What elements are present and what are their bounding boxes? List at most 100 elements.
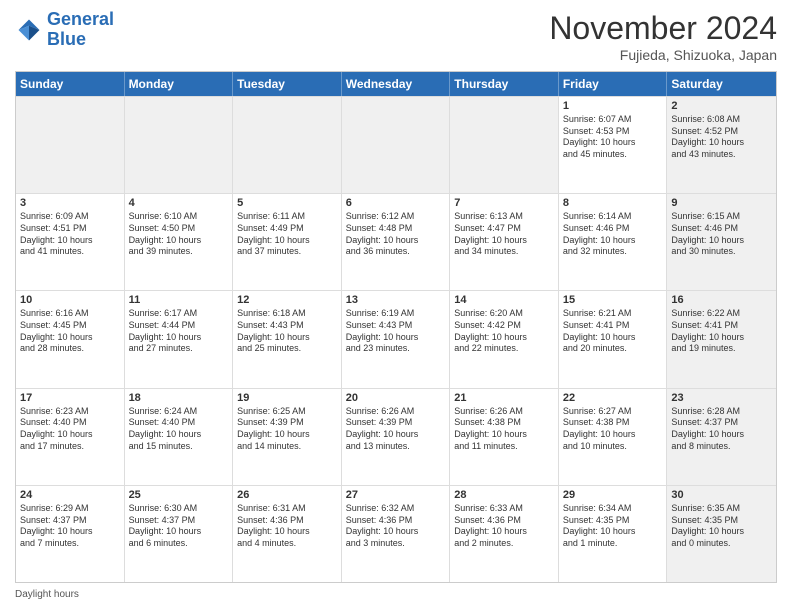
day-number: 9 [671, 197, 772, 209]
day-number: 15 [563, 294, 663, 306]
day-number: 10 [20, 294, 120, 306]
day-info: Sunrise: 6:12 AM Sunset: 4:48 PM Dayligh… [346, 211, 446, 258]
day-number: 27 [346, 489, 446, 501]
cal-cell-28: 28Sunrise: 6:33 AM Sunset: 4:36 PM Dayli… [450, 486, 559, 582]
cal-cell-empty-4 [450, 97, 559, 193]
cal-cell-empty-2 [233, 97, 342, 193]
cal-cell-6: 6 Sunrise: 6:12 AM Sunset: 4:48 PM Daylig… [342, 194, 451, 290]
day-info: Sunrise: 6:15 AM Sunset: 4:46 PM Dayligh… [671, 211, 772, 258]
day-header-saturday: Saturday [667, 72, 776, 96]
day-number: 12 [237, 294, 337, 306]
week-row-4: 24 Sunrise: 6:29 AM Sunset: 4:37 PM Dayli… [16, 485, 776, 582]
day-info: Sunrise: 6:07 AM Sunset: 4:53 PM Dayligh… [563, 114, 663, 161]
day-number: 29 [563, 489, 663, 501]
cal-cell-10: 10 Sunrise: 6:16 AM Sunset: 4:45 PM Dayli… [16, 291, 125, 387]
cal-cell-13: 13 Sunrise: 6:19 AM Sunset: 4:43 PM Dayli… [342, 291, 451, 387]
day-number: 22 [563, 392, 663, 404]
cal-cell-11: 11 Sunrise: 6:17 AM Sunset: 4:44 PM Dayli… [125, 291, 234, 387]
cal-cell-4: 4 Sunrise: 6:10 AM Sunset: 4:50 PM Daylig… [125, 194, 234, 290]
cal-cell-27: 27 Sunrise: 6:32 AM Sunset: 4:36 PM Dayli… [342, 486, 451, 582]
cal-cell-30: 30Sunrise: 6:35 AM Sunset: 4:35 PM Dayli… [667, 486, 776, 582]
day-number: 23 [671, 392, 772, 404]
cal-cell-25: 25 Sunrise: 6:30 AM Sunset: 4:37 PM Dayli… [125, 486, 234, 582]
footer-note: Daylight hours [15, 587, 777, 602]
day-info: Sunrise: 6:29 AM Sunset: 4:37 PM Dayligh… [20, 503, 120, 550]
cal-cell-20: 20 Sunrise: 6:26 AM Sunset: 4:39 PM Dayli… [342, 389, 451, 485]
day-info: Sunrise: 6:16 AM Sunset: 4:45 PM Dayligh… [20, 308, 120, 355]
day-info: Sunrise: 6:24 AM Sunset: 4:40 PM Dayligh… [129, 406, 229, 453]
day-number: 4 [129, 197, 229, 209]
day-number: 20 [346, 392, 446, 404]
logo-line2: Blue [47, 30, 114, 50]
day-info: Sunrise: 6:14 AM Sunset: 4:46 PM Dayligh… [563, 211, 663, 258]
day-info: Sunrise: 6:31 AM Sunset: 4:36 PM Dayligh… [237, 503, 337, 550]
cal-cell-1: 1Sunrise: 6:07 AM Sunset: 4:53 PM Daylig… [559, 97, 668, 193]
cal-cell-26: 26 Sunrise: 6:31 AM Sunset: 4:36 PM Dayli… [233, 486, 342, 582]
header: General Blue November 2024 Fujieda, Shiz… [15, 10, 777, 63]
day-number: 3 [20, 197, 120, 209]
calendar: SundayMondayTuesdayWednesdayThursdayFrid… [15, 71, 777, 583]
logo-icon [15, 16, 43, 44]
day-number: 7 [454, 197, 554, 209]
day-info: Sunrise: 6:33 AM Sunset: 4:36 PM Dayligh… [454, 503, 554, 550]
day-info: Sunrise: 6:09 AM Sunset: 4:51 PM Dayligh… [20, 211, 120, 258]
cal-cell-23: 23 Sunrise: 6:28 AM Sunset: 4:37 PM Dayli… [667, 389, 776, 485]
cal-cell-8: 8Sunrise: 6:14 AM Sunset: 4:46 PM Daylig… [559, 194, 668, 290]
cal-cell-15: 15Sunrise: 6:21 AM Sunset: 4:41 PM Dayli… [559, 291, 668, 387]
day-info: Sunrise: 6:25 AM Sunset: 4:39 PM Dayligh… [237, 406, 337, 453]
day-header-thursday: Thursday [450, 72, 559, 96]
page: General Blue November 2024 Fujieda, Shiz… [0, 0, 792, 612]
day-number: 6 [346, 197, 446, 209]
cal-cell-empty-1 [125, 97, 234, 193]
day-info: Sunrise: 6:30 AM Sunset: 4:37 PM Dayligh… [129, 503, 229, 550]
day-number: 25 [129, 489, 229, 501]
day-number: 21 [454, 392, 554, 404]
day-header-friday: Friday [559, 72, 668, 96]
day-number: 2 [671, 100, 772, 112]
day-number: 19 [237, 392, 337, 404]
day-info: Sunrise: 6:32 AM Sunset: 4:36 PM Dayligh… [346, 503, 446, 550]
day-header-wednesday: Wednesday [342, 72, 451, 96]
day-number: 26 [237, 489, 337, 501]
calendar-header: SundayMondayTuesdayWednesdayThursdayFrid… [16, 72, 776, 96]
day-info: Sunrise: 6:26 AM Sunset: 4:39 PM Dayligh… [346, 406, 446, 453]
logo-line1: General [47, 10, 114, 30]
title-section: November 2024 Fujieda, Shizuoka, Japan [549, 10, 777, 63]
week-row-3: 17Sunrise: 6:23 AM Sunset: 4:40 PM Dayli… [16, 388, 776, 485]
day-info: Sunrise: 6:19 AM Sunset: 4:43 PM Dayligh… [346, 308, 446, 355]
day-info: Sunrise: 6:20 AM Sunset: 4:42 PM Dayligh… [454, 308, 554, 355]
cal-cell-14: 14 Sunrise: 6:20 AM Sunset: 4:42 PM Dayli… [450, 291, 559, 387]
day-number: 5 [237, 197, 337, 209]
cal-cell-18: 18 Sunrise: 6:24 AM Sunset: 4:40 PM Dayli… [125, 389, 234, 485]
cal-cell-5: 5 Sunrise: 6:11 AM Sunset: 4:49 PM Daylig… [233, 194, 342, 290]
day-number: 11 [129, 294, 229, 306]
day-header-monday: Monday [125, 72, 234, 96]
day-info: Sunrise: 6:27 AM Sunset: 4:38 PM Dayligh… [563, 406, 663, 453]
day-info: Sunrise: 6:18 AM Sunset: 4:43 PM Dayligh… [237, 308, 337, 355]
cal-cell-3: 3 Sunrise: 6:09 AM Sunset: 4:51 PM Daylig… [16, 194, 125, 290]
cal-cell-17: 17Sunrise: 6:23 AM Sunset: 4:40 PM Dayli… [16, 389, 125, 485]
week-row-0: 1Sunrise: 6:07 AM Sunset: 4:53 PM Daylig… [16, 96, 776, 193]
cal-cell-7: 7 Sunrise: 6:13 AM Sunset: 4:47 PM Daylig… [450, 194, 559, 290]
day-info: Sunrise: 6:28 AM Sunset: 4:37 PM Dayligh… [671, 406, 772, 453]
day-info: Sunrise: 6:34 AM Sunset: 4:35 PM Dayligh… [563, 503, 663, 550]
day-info: Sunrise: 6:13 AM Sunset: 4:47 PM Dayligh… [454, 211, 554, 258]
day-info: Sunrise: 6:10 AM Sunset: 4:50 PM Dayligh… [129, 211, 229, 258]
day-number: 18 [129, 392, 229, 404]
cal-cell-empty-0 [16, 97, 125, 193]
day-number: 13 [346, 294, 446, 306]
cal-cell-9: 9 Sunrise: 6:15 AM Sunset: 4:46 PM Daylig… [667, 194, 776, 290]
day-info: Sunrise: 6:11 AM Sunset: 4:49 PM Dayligh… [237, 211, 337, 258]
cal-cell-19: 19 Sunrise: 6:25 AM Sunset: 4:39 PM Dayli… [233, 389, 342, 485]
cal-cell-21: 21Sunrise: 6:26 AM Sunset: 4:38 PM Dayli… [450, 389, 559, 485]
cal-cell-empty-3 [342, 97, 451, 193]
day-number: 24 [20, 489, 120, 501]
week-row-1: 3 Sunrise: 6:09 AM Sunset: 4:51 PM Daylig… [16, 193, 776, 290]
cal-cell-12: 12 Sunrise: 6:18 AM Sunset: 4:43 PM Dayli… [233, 291, 342, 387]
logo: General Blue [15, 10, 114, 50]
day-info: Sunrise: 6:17 AM Sunset: 4:44 PM Dayligh… [129, 308, 229, 355]
cal-cell-24: 24 Sunrise: 6:29 AM Sunset: 4:37 PM Dayli… [16, 486, 125, 582]
month-title: November 2024 [549, 10, 777, 47]
day-number: 14 [454, 294, 554, 306]
day-header-sunday: Sunday [16, 72, 125, 96]
